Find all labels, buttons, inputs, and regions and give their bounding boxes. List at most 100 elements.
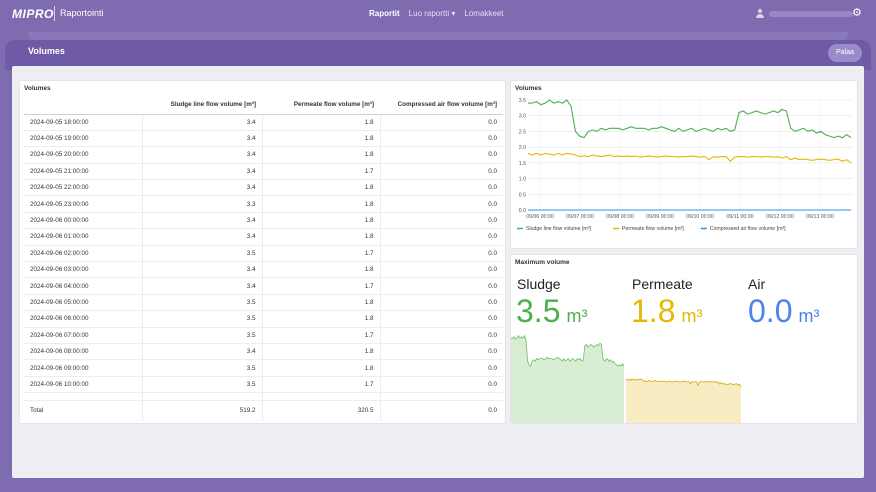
cell-value: 0.0 [379, 245, 503, 263]
cell-timestamp: 2024-09-05 20:00:00 [24, 146, 142, 164]
table-row: 2024-09-06 03:00:00 3.4 1.8 0.0 [24, 261, 503, 279]
user-menu[interactable] [756, 9, 853, 18]
metric-unit-permeate: m³ [681, 306, 703, 326]
chevron-down-icon: ▾ [451, 9, 456, 18]
table-row: 2024-09-06 01:00:00 3.4 1.8 0.0 [24, 228, 503, 246]
cell-value: 3.4 [141, 130, 262, 148]
cell-value: 0.0 [379, 294, 503, 312]
cell-value: 0.0 [379, 179, 503, 197]
volumes-line-chart: 0.0 0.5 1.0 1.5 2.0 2.5 3.0 3.5 09/06 00:00 09/07… [517, 98, 853, 232]
cell-value: 1.8 [261, 310, 380, 328]
table-total-row: Total 519.2 320.5 0.0 [24, 400, 503, 421]
nav-item-luo-raportti[interactable]: Luo raportti ▾ [409, 9, 456, 18]
cell-value: 1.8 [261, 212, 380, 230]
cell-value: 1.8 [261, 261, 380, 279]
cell-value: 0.0 [379, 261, 503, 279]
column-header-permeate: Permeate flow volume [m³] [262, 96, 380, 115]
cell-value: 0.0 [379, 376, 503, 394]
total-value: 0.0 [379, 400, 503, 421]
cell-value: 1.8 [261, 343, 380, 361]
cell-value: 0.0 [379, 163, 503, 181]
column-header-time [24, 96, 142, 115]
cell-timestamp: 2024-09-06 06:00:00 [24, 310, 142, 328]
nav-item-lomakkeet[interactable]: Lomakkeet [464, 9, 503, 18]
cell-value: 0.0 [379, 310, 503, 328]
cell-value: 3.4 [141, 261, 262, 279]
cell-value: 3.3 [141, 195, 262, 213]
user-icon [756, 9, 764, 18]
table-row: 2024-09-05 22:00:00 3.4 1.8 0.0 [24, 179, 503, 197]
legend-entry: Sludge line flow volume [m³] [526, 226, 591, 232]
cell-value: 1.8 [261, 114, 380, 131]
cell-value: 3.5 [141, 327, 262, 344]
cell-value: 1.8 [261, 195, 380, 213]
cell-value: 1.7 [261, 163, 380, 181]
top-navbar: MIPRO Raportointi Raportit Luo raportti … [0, 0, 876, 30]
y-tick-label: 3.5 [519, 98, 526, 104]
back-button[interactable]: Palaa [828, 44, 862, 62]
cell-value: 1.8 [261, 294, 380, 312]
metric-number-air: 0.0 [748, 293, 793, 329]
table-row: 2024-09-06 02:00:00 3.5 1.7 0.0 [24, 245, 503, 263]
page-title-tab[interactable]: Volumes [15, 40, 78, 67]
cell-value: 0.0 [379, 359, 503, 377]
cell-timestamp: 2024-09-05 19:00:00 [24, 130, 142, 148]
chart-card-title: Volumes [515, 85, 542, 92]
cell-timestamp: 2024-09-05 18:00:00 [24, 114, 142, 131]
x-tick-label: 09/09 00:00 [646, 214, 674, 220]
brand-logo[interactable]: MIPRO [12, 7, 54, 21]
cell-timestamp: 2024-09-06 04:00:00 [24, 277, 142, 295]
metric-unit-sludge: m³ [566, 306, 588, 326]
spacer-cell [141, 392, 262, 402]
cell-timestamp: 2024-09-06 07:00:00 [24, 327, 142, 344]
sub-header-strip [28, 32, 848, 40]
cell-value: 0.0 [379, 130, 503, 148]
y-tick-label: 1.0 [519, 177, 526, 183]
total-value: 320.5 [261, 400, 380, 421]
cell-value: 3.4 [141, 179, 262, 197]
cell-value: 0.0 [379, 212, 503, 230]
total-value: 519.2 [141, 400, 262, 421]
x-tick-label: 09/11 00:00 [726, 214, 753, 220]
table-row: 2024-09-06 09:00:00 3.5 1.8 0.0 [24, 359, 503, 377]
cell-timestamp: 2024-09-06 00:00:00 [24, 212, 142, 230]
y-tick-label: 2.5 [519, 129, 526, 135]
metric-label-permeate: Permeate [632, 276, 693, 292]
cell-value: 0.0 [379, 343, 503, 361]
table-row: 2024-09-06 10:00:00 3.5 1.7 0.0 [24, 376, 503, 394]
spacer-cell [261, 392, 380, 402]
metric-number-permeate: 1.8 [631, 293, 676, 329]
x-tick-label: 09/06 00:00 [526, 214, 554, 220]
table-row: 2024-09-05 18:00:00 3.4 1.8 0.0 [24, 114, 503, 131]
metric-value-sludge: 3.5 m³ [516, 293, 587, 330]
max-card-title: Maximum volume [515, 259, 570, 266]
app-title[interactable]: Raportointi [60, 8, 104, 18]
table-row: 2024-09-06 05:00:00 3.5 1.8 0.0 [24, 294, 503, 312]
table-row: 2024-09-06 06:00:00 3.5 1.8 0.0 [24, 310, 503, 328]
cell-timestamp: 2024-09-06 02:00:00 [24, 245, 142, 263]
cell-value: 3.4 [141, 212, 262, 230]
legend-entry: Compressed air flow volume [m³] [710, 226, 786, 232]
user-name-blurred [769, 10, 853, 17]
metric-value-air: 0.0 m³ [748, 293, 819, 330]
cell-value: 3.5 [141, 359, 262, 377]
nav-item-raportit[interactable]: Raportit [369, 9, 400, 18]
cell-value: 3.5 [141, 376, 262, 394]
cell-value: 3.4 [141, 163, 262, 181]
y-tick-label: 3.0 [519, 114, 526, 120]
series-line-1 [527, 152, 852, 164]
y-tick-label: 0.0 [519, 208, 526, 214]
cell-timestamp: 2024-09-05 21:00:00 [24, 163, 142, 181]
column-header-compressed-air: Compressed air flow volume [m³] [380, 96, 503, 115]
cell-timestamp: 2024-09-05 22:00:00 [24, 179, 142, 197]
cell-value: 0.0 [379, 277, 503, 295]
cell-value: 3.4 [141, 146, 262, 164]
cell-value: 1.7 [261, 277, 380, 295]
cell-value: 0.0 [379, 327, 503, 344]
cell-value: 1.7 [261, 376, 380, 394]
main-nav: Raportit Luo raportti ▾ Lomakkeet [369, 9, 504, 18]
metric-value-permeate: 1.8 m³ [631, 293, 702, 330]
gear-icon[interactable]: ⚙ [852, 6, 862, 19]
sparkline-area-1 [626, 379, 741, 423]
cell-value: 3.4 [141, 228, 262, 246]
